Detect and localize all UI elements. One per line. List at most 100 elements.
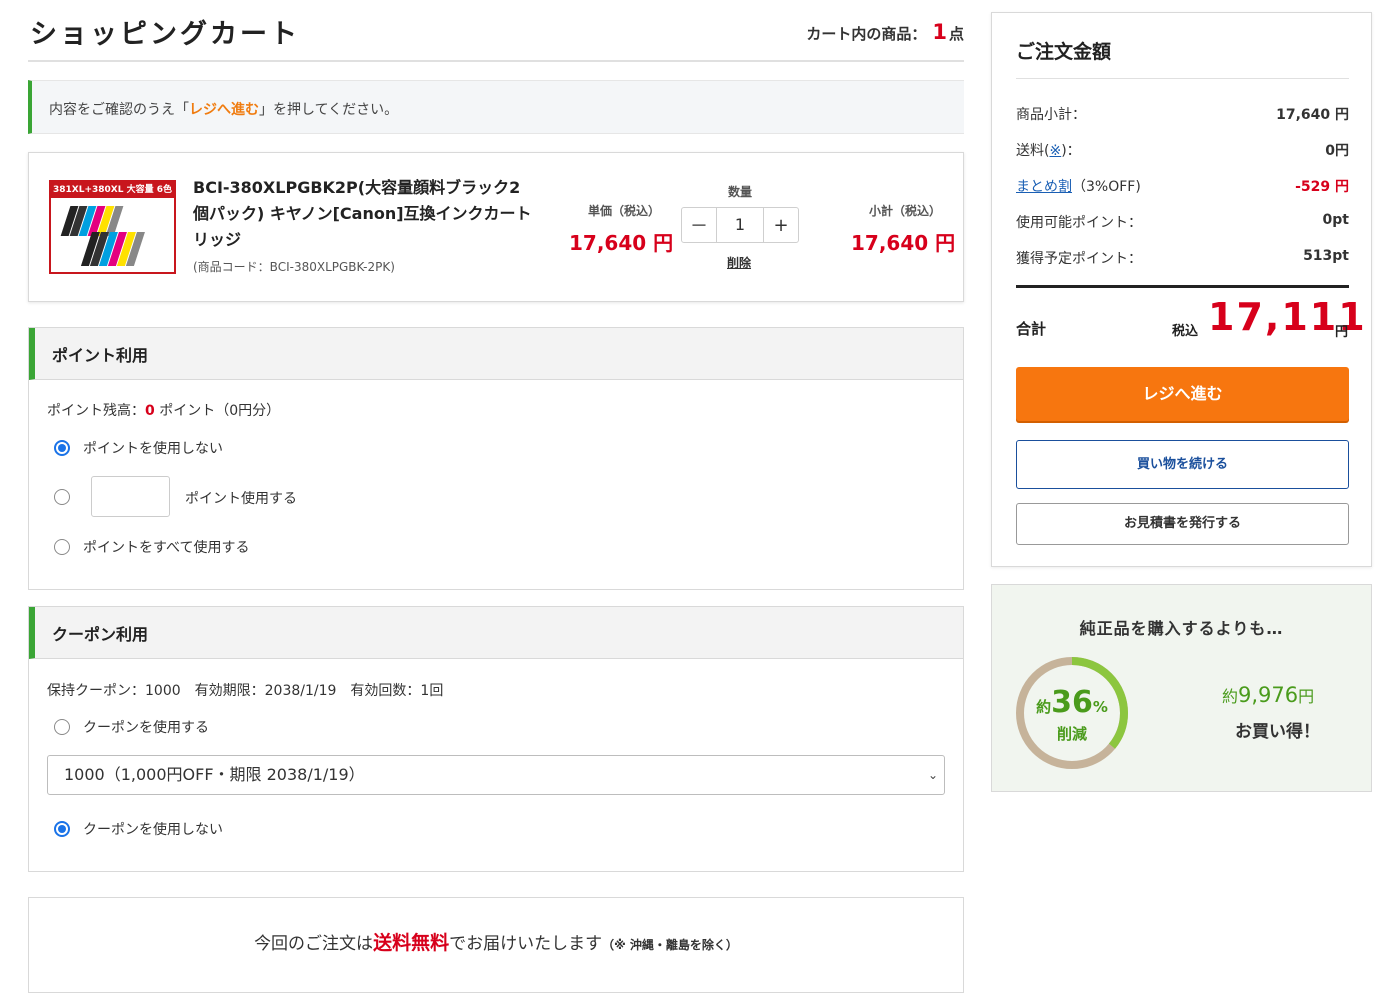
points-custom-radio[interactable] [54,489,70,505]
savings-box: 純正品を購入するよりも… 約36% 削減 約9,976円 お買い得！ [991,584,1372,792]
coupon-section: クーポン利用 保持クーポン：1000 有効期限：2038/1/19 有効回数：1… [28,606,964,872]
summary-earn-points-value: 513pt [1303,248,1349,264]
summary-subtotal-row: 商品小計： 17,640 円 [1016,104,1349,124]
points-amount-input[interactable] [91,476,170,517]
coupon-info: 保持クーポン：1000 有効期限：2038/1/19 有効回数：1回 [47,683,444,699]
total-tax-label: 税込 [1172,324,1199,339]
shipping-note: （※ 沖縄・離島を除く） [602,938,738,952]
summary-usable-points-value: 0pt [1322,212,1349,228]
summary-total-divider [1016,285,1349,288]
notice-prefix: 内容をご確認のうえ「 [49,102,189,118]
cart-count-label: カート内の商品： [806,25,927,43]
gauge-cut-label: 削減 [1056,725,1087,743]
page-title: ショッピングカート [30,19,300,50]
summary-usable-points-label: 使用可能ポイント： [1016,215,1142,231]
coupon-none-label[interactable]: クーポンを使用しない [83,819,223,839]
coupon-selected-value: 1000（1,000円OFF・期限 2038/1/19） [64,765,365,784]
savings-note: お買い得！ [1235,722,1320,742]
summary-bulk-label: まとめ割（3%OFF) [1016,176,1141,196]
points-none-label[interactable]: ポイントを使用しない [83,438,223,458]
summary-earn-points-row: 獲得予定ポイント： 513pt [1016,248,1349,268]
points-section-header: ポイント利用 [29,328,963,380]
cart-item: 381XL+380XL 大容量 6色・2セット BCI-380XLPGBK2P(… [28,152,964,302]
unit-price: 17,640 円 [569,231,674,255]
chevron-down-icon: ⌄ [927,768,938,782]
points-all-radio[interactable] [54,539,70,555]
savings-amount: 約9,976円 [1222,683,1314,707]
coupon-select[interactable]: 1000（1,000円OFF・期限 2038/1/19） ⌄ [47,755,945,795]
shipping-free: 送料無料 [373,932,450,954]
ink-cartridges-icon [60,206,145,266]
gauge-approx: 約 [1036,698,1052,716]
total-unit: 円 [1334,325,1348,340]
summary-subtotal-value: 17,640 円 [1276,107,1349,123]
summary-bulk-value: -529 円 [1295,179,1349,195]
gauge-percent-value: 36 [1051,685,1093,720]
quantity-stepper: － 1 + [681,207,799,243]
continue-shopping-button[interactable]: 買い物を続ける [1016,440,1349,489]
item-subtotal: 17,640 円 [851,231,956,255]
coupon-section-header: クーポン利用 [29,607,963,659]
product-image-band: 381XL+380XL 大容量 6色・2セット [51,182,174,198]
points-balance: ポイント残高：0 ポイント（0円分） [47,400,280,420]
shipping-notice: 今回のご注文は送料無料でお届けいたします（※ 沖縄・離島を除く） [28,897,964,993]
points-balance-value: 0 [145,403,155,419]
notice-highlight: レジへ進む [189,102,259,118]
summary-subtotal-label: 商品小計： [1016,107,1086,123]
coupon-use-radio[interactable] [54,719,70,735]
gauge-percent-sign: % [1092,698,1108,716]
shipping-text: 今回のご注文は送料無料でお届けいたします（※ 沖縄・離島を除く） [29,928,963,955]
summary-bulk-discount-row: まとめ割（3%OFF) -529 円 [1016,176,1349,196]
points-balance-label: ポイント残高： [47,403,145,419]
shipping-label-post: )： [1061,143,1081,159]
instruction-notice: 内容をご確認のうえ「レジへ進む」を押してください。 [28,80,964,134]
coupon-section-title: クーポン利用 [52,625,149,644]
quantity-input[interactable]: 1 [716,208,764,242]
cart-header: ショッピングカート カート内の商品： 1 点 [28,0,964,62]
points-section: ポイント利用 ポイント残高：0 ポイント（0円分） ポイントを使用しない ポイン… [28,327,964,590]
savings-title: 純正品を購入するよりも… [1079,619,1284,638]
bulk-discount-rate: （3%OFF) [1072,179,1141,195]
shipping-suffix: でお届けいたします [449,934,603,954]
summary-shipping-label: 送料(※)： [1016,140,1081,160]
notice-text: 内容をご確認のうえ「レジへ進む」を押してください。 [49,99,398,119]
coupon-use-label[interactable]: クーポンを使用する [83,717,209,737]
shipping-label-pre: 送料( [1016,143,1050,159]
points-custom-label[interactable]: ポイント使用する [185,488,297,508]
cart-count-unit: 点 [948,25,964,43]
quantity-label: 数量 [728,185,753,199]
points-all-label[interactable]: ポイントをすべて使用する [83,537,249,557]
summary-shipping-value: 0円 [1325,143,1349,159]
product-image[interactable]: 381XL+380XL 大容量 6色・2セット [49,180,176,274]
cart-count: カート内の商品： 1 点 [806,20,964,44]
notice-suffix: 」を押してください。 [259,102,399,118]
cart-count-number: 1 [932,20,947,44]
savings-amount-prefix: 約 [1222,687,1239,706]
points-none-radio[interactable] [54,440,70,456]
quantity-decrease-button[interactable]: － [682,208,716,242]
checkout-button[interactable]: レジへ進む [1016,367,1349,421]
product-code: (商品コード：BCI-380XLPGBK-2PK) [193,260,395,274]
points-balance-suffix: ポイント（0円分） [154,403,281,419]
quantity-increase-button[interactable]: + [764,208,798,242]
shipping-prefix: 今回のご注文は [254,934,374,954]
summary-divider [1016,78,1349,79]
summary-title: ご注文金額 [1016,41,1112,63]
unit-price-label: 単価（税込） [588,204,661,218]
product-name[interactable]: BCI-380XLPGBK2P(大容量顔料ブラック2個パック) キヤノン[Can… [193,175,533,253]
summary-earn-points-label: 獲得予定ポイント： [1016,251,1142,267]
coupon-none-radio[interactable] [54,821,70,837]
total-label: 合計 [1016,320,1047,338]
gauge-percent: 約36% [1014,685,1130,720]
subtotal-label: 小計（税込） [869,204,942,218]
summary-usable-points-row: 使用可能ポイント： 0pt [1016,212,1349,232]
savings-amount-value: 9,976 [1238,683,1299,707]
points-section-title: ポイント利用 [52,346,149,365]
bulk-discount-link[interactable]: まとめ割 [1016,179,1072,195]
issue-quote-button[interactable]: お見積書を発行する [1016,503,1349,545]
summary-shipping-row: 送料(※)： 0円 [1016,140,1349,160]
shipping-info-link[interactable]: ※ [1049,143,1061,159]
order-summary: ご注文金額 商品小計： 17,640 円 送料(※)： 0円 まとめ割（3%OF… [991,12,1372,567]
savings-amount-unit: 円 [1298,687,1315,706]
delete-link[interactable]: 削除 [727,254,751,271]
